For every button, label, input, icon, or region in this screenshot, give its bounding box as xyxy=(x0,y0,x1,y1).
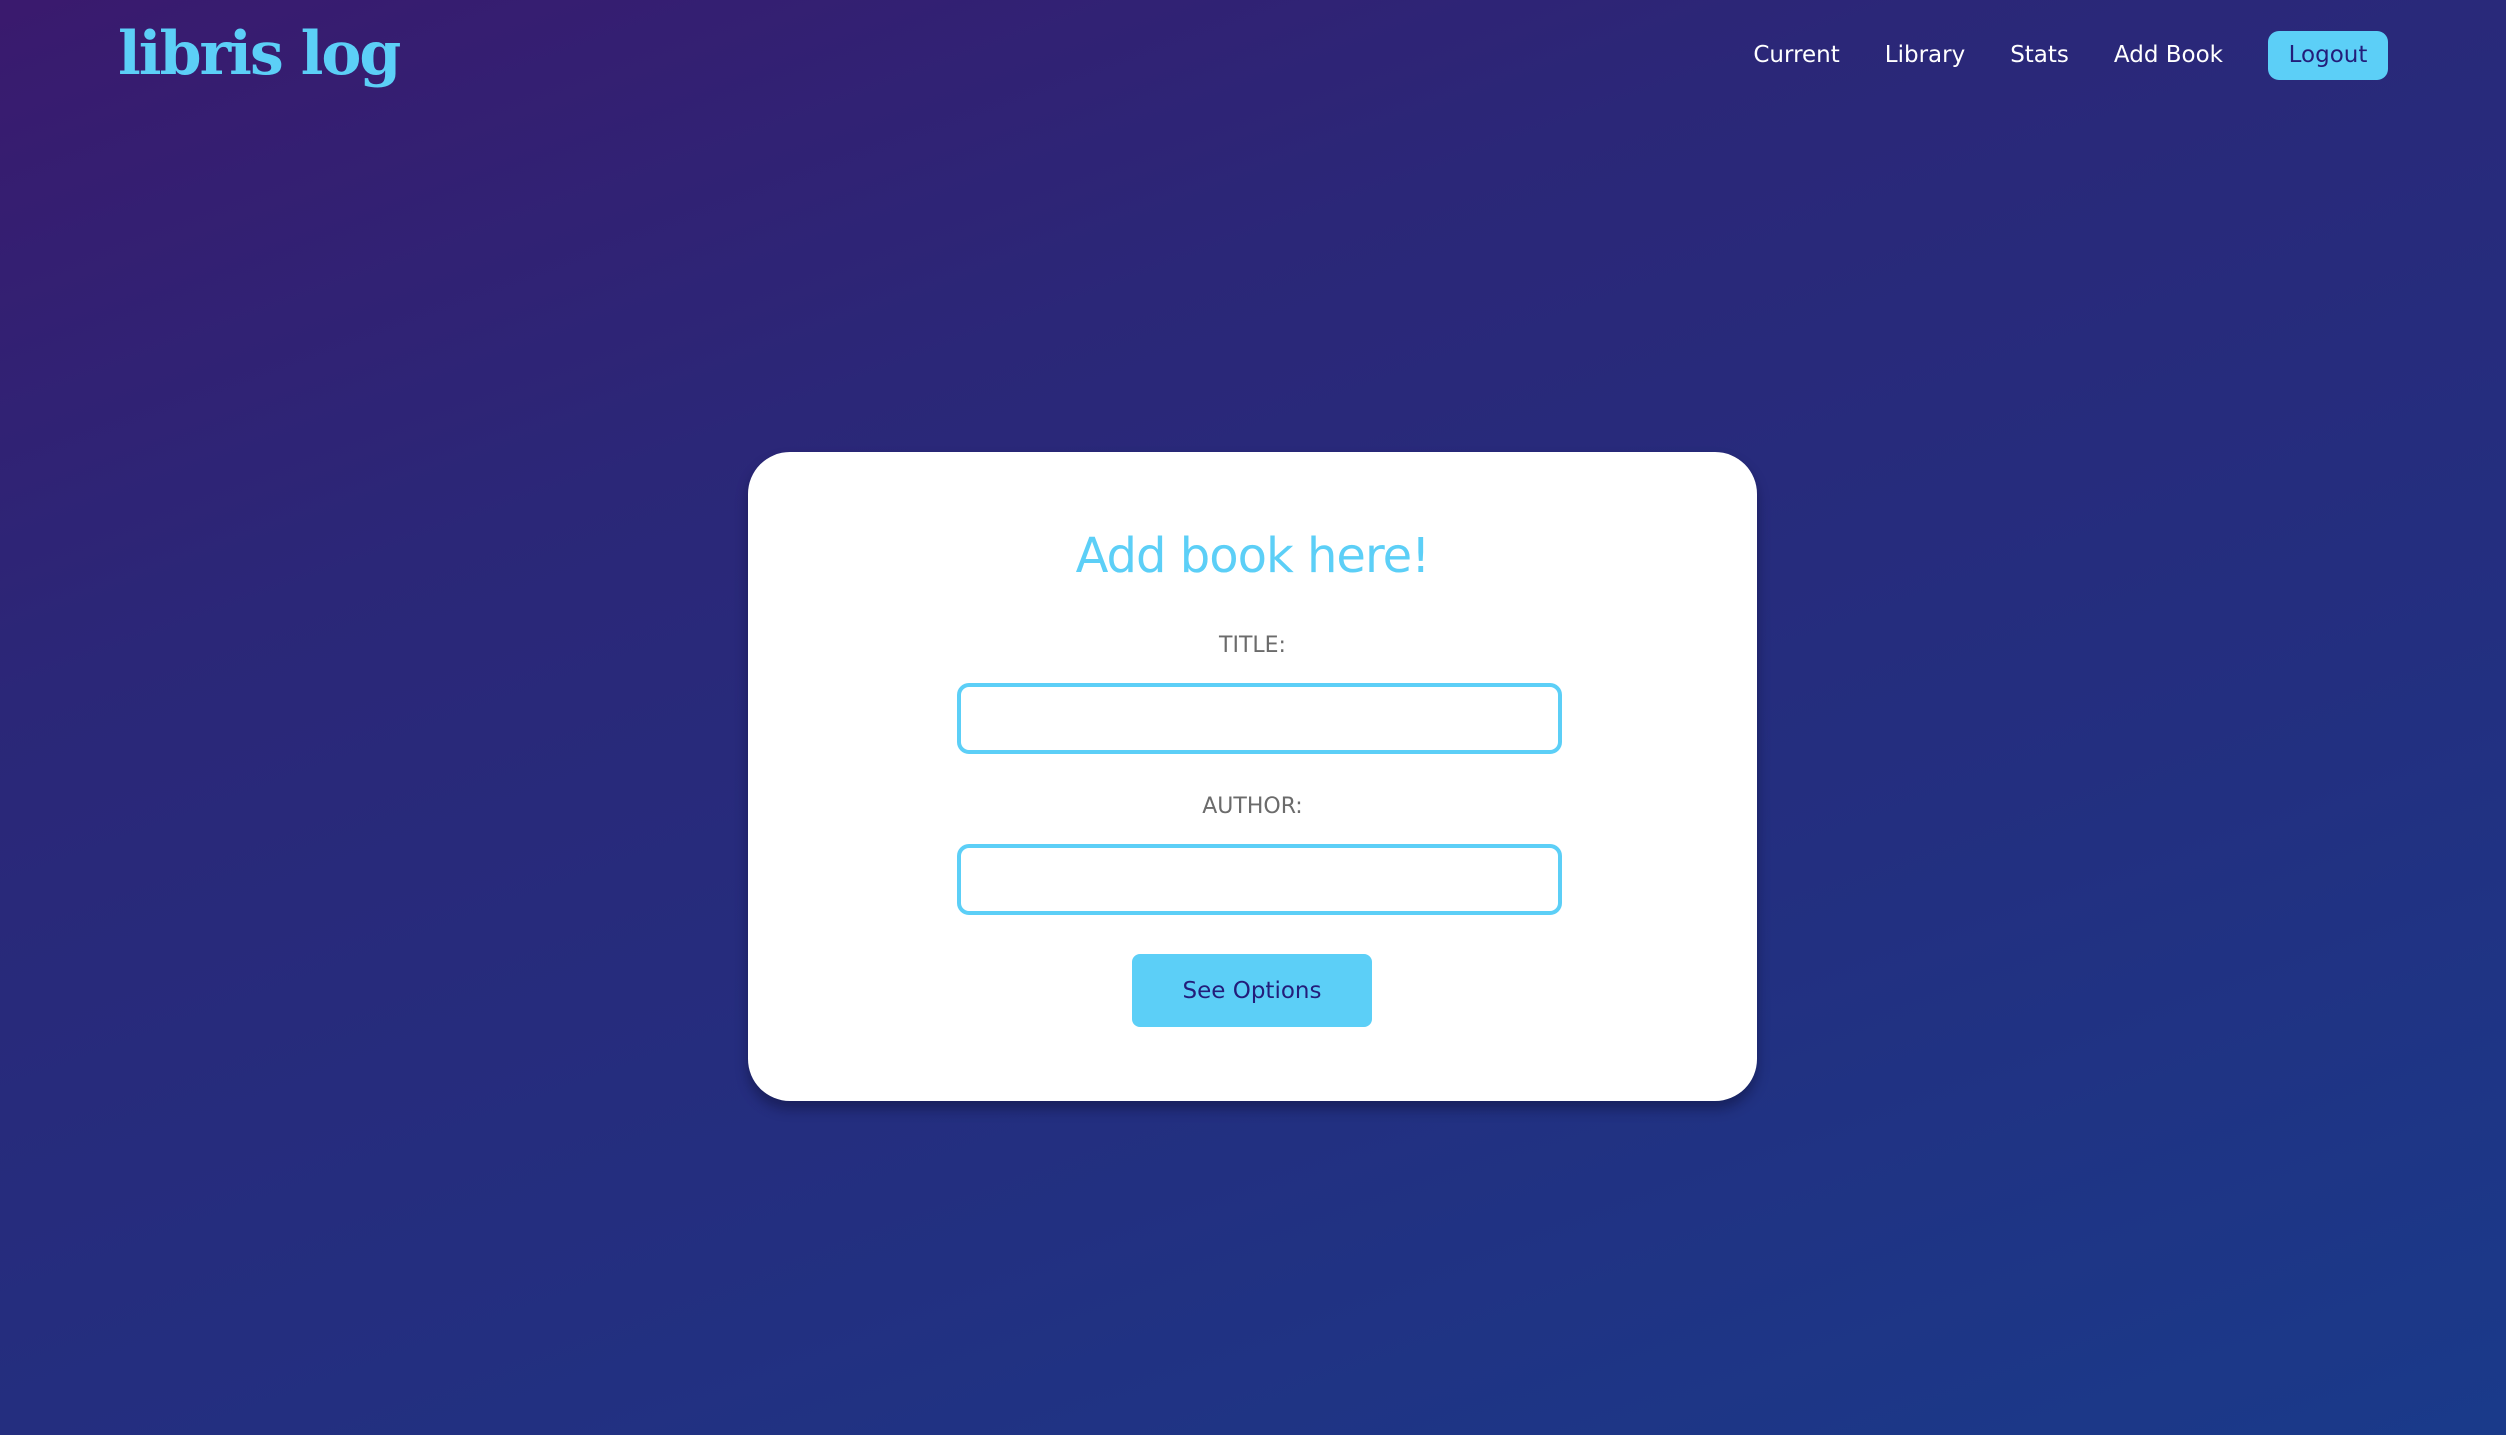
title-input[interactable] xyxy=(957,683,1562,754)
nav-link-add-book[interactable]: Add Book xyxy=(2114,42,2223,68)
add-book-card: Add book here! TITLE: AUTHOR: See Option… xyxy=(748,452,1757,1101)
see-options-button[interactable]: See Options xyxy=(1132,954,1372,1027)
app-logo[interactable]: libris log xyxy=(118,14,401,94)
main-nav: Current Library Stats Add Book Logout xyxy=(1708,30,2388,80)
nav-link-current[interactable]: Current xyxy=(1753,42,1839,68)
nav-link-stats[interactable]: Stats xyxy=(2010,42,2069,68)
form-heading: Add book here! xyxy=(1075,528,1431,584)
author-input[interactable] xyxy=(957,844,1562,915)
nav-link-library[interactable]: Library xyxy=(1885,42,1965,68)
title-label: TITLE: xyxy=(1219,633,1286,658)
author-label: AUTHOR: xyxy=(1202,794,1303,819)
logout-button[interactable]: Logout xyxy=(2268,30,2388,80)
